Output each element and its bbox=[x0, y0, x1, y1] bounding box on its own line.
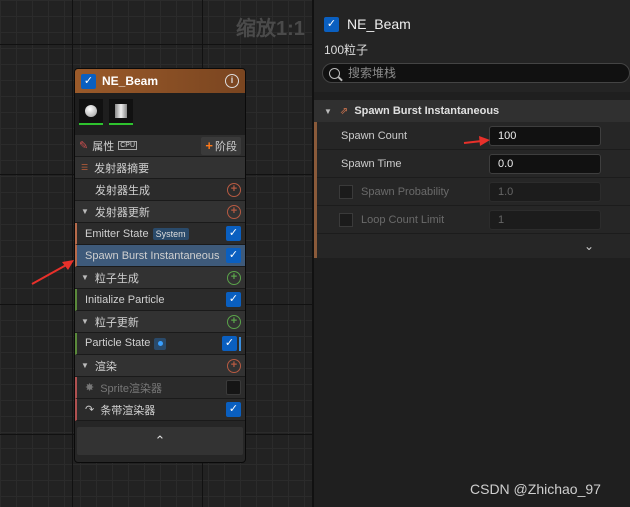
collapse-triangle-icon[interactable]: ▼ bbox=[81, 207, 89, 216]
emitter-update-section[interactable]: ▼ 发射器更新 + bbox=[75, 201, 245, 223]
add-stage-button[interactable]: + 阶段 bbox=[201, 136, 241, 155]
row-label: Particle State bbox=[85, 337, 222, 350]
pencil-icon: ✎ bbox=[79, 140, 89, 152]
property-row-loop-count-limit: Loop Count Limit 1 bbox=[317, 206, 630, 234]
module-enable-checkbox[interactable] bbox=[226, 380, 241, 395]
cpu-badge: CPU bbox=[118, 141, 137, 150]
row-label: Sprite渲染器 bbox=[100, 382, 162, 395]
collapse-triangle-icon[interactable]: ▼ bbox=[324, 107, 332, 116]
panel-header: ✓ NE_Beam 100粒子 bbox=[314, 0, 630, 92]
override-checkbox[interactable] bbox=[339, 212, 353, 227]
info-icon[interactable]: i bbox=[225, 74, 239, 88]
add-module-icon[interactable]: + bbox=[227, 182, 241, 197]
collapse-triangle-icon[interactable]: ▼ bbox=[81, 317, 89, 326]
module-enable-checkbox[interactable]: ✓ bbox=[226, 226, 241, 241]
zoom-label: 缩放1:1 bbox=[236, 18, 305, 40]
particle-update-section[interactable]: ▼ 粒子更新 + bbox=[75, 311, 245, 333]
chevron-down-icon: ⌄ bbox=[583, 239, 594, 253]
renderer-row-sprite[interactable]: ✸ Sprite渲染器 bbox=[75, 377, 245, 399]
module-icon: ⇗ bbox=[339, 105, 349, 117]
row-label: 粒子更新 bbox=[94, 316, 139, 329]
module-section-header[interactable]: ▼ ⇗ Spawn Burst Instantaneous bbox=[314, 100, 630, 122]
module-enable-checkbox[interactable]: ✓ bbox=[222, 336, 237, 351]
node-header[interactable]: ✓ NE_Beam i bbox=[75, 69, 245, 93]
spawn-probability-input[interactable]: 1.0 bbox=[489, 181, 601, 202]
row-label: 发射器生成 bbox=[95, 184, 150, 197]
spawn-count-input[interactable]: 100 bbox=[489, 125, 601, 146]
property-label: Spawn Probability bbox=[317, 184, 483, 199]
override-checkbox[interactable] bbox=[339, 184, 353, 199]
gpu-dot-icon bbox=[154, 337, 167, 350]
row-label: 粒子生成 bbox=[94, 272, 139, 285]
module-enable-checkbox[interactable]: ✓ bbox=[226, 292, 241, 307]
row-label: 发射器更新 bbox=[94, 206, 150, 219]
renderer-thumbnails bbox=[75, 93, 245, 135]
plus-icon: + bbox=[205, 138, 213, 153]
add-module-icon[interactable]: + bbox=[227, 204, 241, 219]
add-module-icon[interactable]: + bbox=[227, 270, 241, 285]
annotation-arrow bbox=[463, 136, 490, 146]
row-label: Emitter State System bbox=[85, 227, 226, 240]
emitter-node[interactable]: ✓ NE_Beam i ✎ 属性 CPU + 阶段 ☰ 发射器摘要 发射器生成 … bbox=[74, 68, 246, 463]
node-graph-canvas[interactable]: 缩放1:1 ✓ NE_Beam i ✎ 属性 CPU + 阶段 ☰ 发射器摘要 … bbox=[0, 0, 312, 507]
property-row-spawn-time: Spawn Time 0.0 bbox=[317, 150, 630, 178]
particle-spawn-section[interactable]: ▼ 粒子生成 + bbox=[75, 267, 245, 289]
collapse-node-button[interactable]: ⌃ bbox=[77, 427, 243, 455]
sprite-renderer-icon: ✸ bbox=[85, 382, 95, 394]
module-row-particle-state[interactable]: Particle State ✓ bbox=[75, 333, 245, 355]
watermark: CSDN @Zhichao_97 bbox=[470, 481, 601, 497]
ribbon-renderer-icon: ↷ bbox=[85, 404, 95, 416]
emitter-enable-checkbox[interactable]: ✓ bbox=[324, 16, 339, 32]
property-label: Spawn Count bbox=[341, 129, 408, 142]
search-bar[interactable] bbox=[322, 63, 630, 83]
emitter-spawn-row[interactable]: 发射器生成 + bbox=[75, 179, 245, 201]
properties-row[interactable]: ✎ 属性 CPU + 阶段 bbox=[75, 135, 245, 157]
search-input[interactable] bbox=[348, 66, 608, 80]
stage-label: 阶段 bbox=[215, 140, 237, 153]
spawn-time-input[interactable]: 0.0 bbox=[489, 153, 601, 174]
selection-strip bbox=[239, 336, 241, 351]
panel-title-row: ✓ NE_Beam bbox=[324, 16, 411, 32]
selection-panel: ✓ NE_Beam 100粒子 ▼ ⇗ Spawn Burst Instanta… bbox=[314, 0, 630, 507]
renderer-row-ribbon[interactable]: ↷ 条带渲染器 ✓ bbox=[75, 399, 245, 421]
row-label: 发射器摘要 bbox=[94, 162, 150, 175]
render-section[interactable]: ▼ 渲染 + bbox=[75, 355, 245, 377]
module-row-emitter-state[interactable]: Emitter State System ✓ bbox=[75, 223, 245, 245]
row-label: Spawn Burst Instantaneous bbox=[85, 249, 220, 262]
particle-count-label: 100粒子 bbox=[324, 43, 369, 57]
loop-count-limit-input[interactable]: 1 bbox=[489, 209, 601, 230]
ribbon-thumbnail[interactable] bbox=[109, 99, 133, 125]
property-label: Spawn Time bbox=[341, 157, 402, 170]
emitter-enable-checkbox[interactable]: ✓ bbox=[81, 73, 96, 89]
row-label: 条带渲染器 bbox=[100, 404, 156, 417]
chevron-up-icon: ⌃ bbox=[154, 433, 166, 448]
module-enable-checkbox[interactable]: ✓ bbox=[226, 402, 241, 417]
collapse-triangle-icon[interactable]: ▼ bbox=[81, 273, 89, 282]
module-row-initialize-particle[interactable]: Initialize Particle ✓ bbox=[75, 289, 245, 311]
emitter-summary-row[interactable]: ☰ 发射器摘要 bbox=[75, 157, 245, 179]
node-title: NE_Beam bbox=[102, 74, 159, 88]
section-title: Spawn Burst Instantaneous bbox=[354, 105, 500, 117]
property-label: Loop Count Limit bbox=[317, 212, 483, 227]
search-icon bbox=[329, 67, 340, 79]
row-label: 渲染 bbox=[94, 360, 117, 373]
properties-label: 属性 bbox=[92, 140, 115, 153]
add-module-icon[interactable]: + bbox=[227, 314, 241, 329]
system-badge: System bbox=[152, 227, 189, 240]
add-module-icon[interactable]: + bbox=[227, 358, 241, 373]
module-enable-checkbox[interactable]: ✓ bbox=[226, 248, 241, 263]
module-row-spawn-burst[interactable]: Spawn Burst Instantaneous ✓ bbox=[75, 245, 245, 267]
expand-advanced-button[interactable]: ⌄ bbox=[317, 234, 630, 258]
sphere-icon bbox=[85, 105, 97, 117]
row-label: Initialize Particle bbox=[85, 293, 165, 306]
collapse-triangle-icon[interactable]: ▼ bbox=[81, 361, 89, 370]
annotation-arrow bbox=[31, 260, 74, 285]
sprite-thumbnail[interactable] bbox=[79, 99, 103, 125]
property-row-spawn-probability: Spawn Probability 1.0 bbox=[317, 178, 630, 206]
panel-title: NE_Beam bbox=[347, 16, 411, 32]
list-icon: ☰ bbox=[81, 163, 89, 172]
ribbon-icon bbox=[115, 104, 127, 118]
